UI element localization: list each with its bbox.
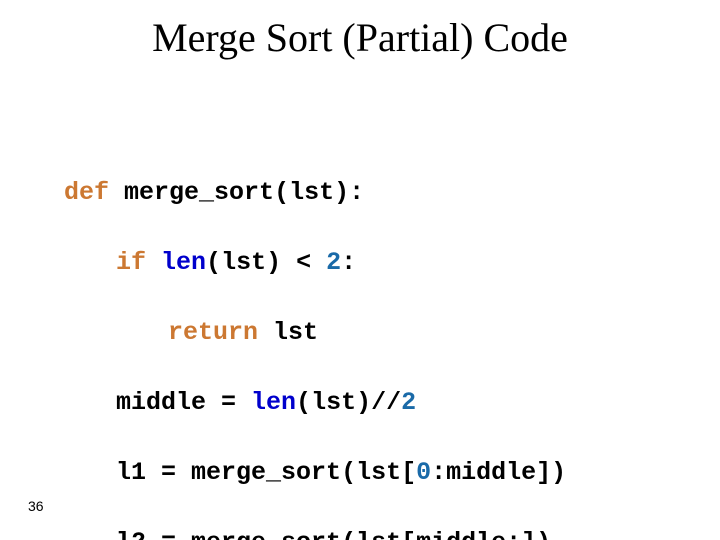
paren-open: ( <box>341 528 356 540</box>
code-line-4: middle = len(lst)//2 <box>116 385 566 420</box>
number-literal: 2 <box>326 248 341 277</box>
code-line-6: l2 = merge_sort(lst[middle:]) <box>116 525 566 540</box>
operator-floordiv: // <box>371 388 401 417</box>
paren-close: ) <box>356 388 371 417</box>
paren-close-colon: ): <box>334 178 364 207</box>
return-value: lst <box>258 318 318 347</box>
code-block: def merge_sort(lst): if len(lst) < 2: re… <box>64 140 566 540</box>
code-line-5: l1 = merge_sort(lst[0:middle]) <box>116 455 566 490</box>
paren-open: ( <box>206 248 221 277</box>
colon: : <box>341 248 356 277</box>
paren-close: ) <box>551 458 566 487</box>
builtin-len: len <box>161 248 206 277</box>
arg-lst: lst <box>356 458 401 487</box>
paren-close: ) <box>536 528 551 540</box>
function-name: merge_sort <box>124 178 274 207</box>
colon: : <box>431 458 446 487</box>
param-lst: lst <box>289 178 334 207</box>
keyword-return: return <box>168 318 258 347</box>
keyword-if: if <box>116 248 146 277</box>
bracket-close: ] <box>521 528 536 540</box>
var-l2: l2 <box>116 528 146 540</box>
number-literal: 0 <box>416 458 431 487</box>
slide: Merge Sort (Partial) Code def merge_sort… <box>0 0 720 540</box>
call-merge-sort: merge_sort <box>191 458 341 487</box>
var-middle: middle <box>446 458 536 487</box>
operator-eq: = <box>146 528 191 540</box>
code-line-2: if len(lst) < 2: <box>116 245 566 280</box>
call-merge-sort: merge_sort <box>191 528 341 540</box>
arg-lst: lst <box>356 528 401 540</box>
colon: : <box>506 528 521 540</box>
var-middle: middle <box>416 528 506 540</box>
code-line-1: def merge_sort(lst): <box>64 175 566 210</box>
var-middle: middle <box>116 388 206 417</box>
operator-eq: = <box>206 388 251 417</box>
operator-eq: = <box>146 458 191 487</box>
bracket-close: ] <box>536 458 551 487</box>
arg-lst: lst <box>311 388 356 417</box>
operator-lt: < <box>281 248 326 277</box>
var-l1: l1 <box>116 458 146 487</box>
paren-open: ( <box>274 178 289 207</box>
number-literal: 2 <box>401 388 416 417</box>
bracket-open: [ <box>401 458 416 487</box>
keyword-def: def <box>64 178 109 207</box>
slide-title: Merge Sort (Partial) Code <box>0 14 720 61</box>
paren-open: ( <box>296 388 311 417</box>
arg-lst: lst <box>221 248 266 277</box>
bracket-open: [ <box>401 528 416 540</box>
builtin-len: len <box>251 388 296 417</box>
paren-close: ) <box>266 248 281 277</box>
code-line-3: return lst <box>168 315 566 350</box>
paren-open: ( <box>341 458 356 487</box>
page-number: 36 <box>28 498 44 514</box>
